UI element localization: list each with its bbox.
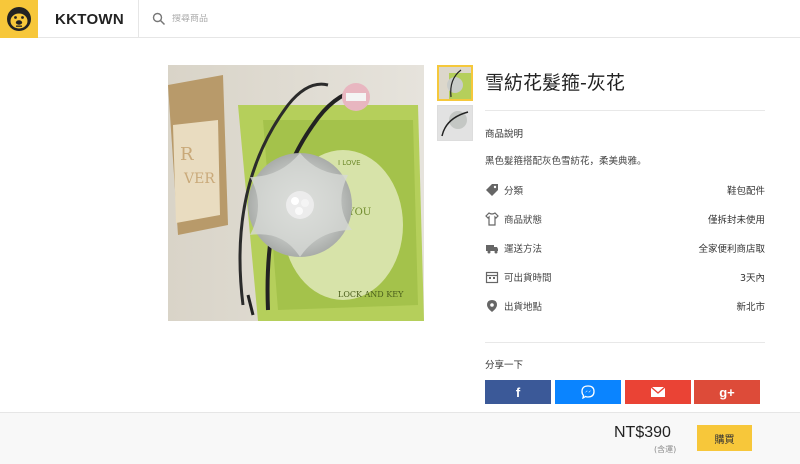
spec-value: 3天內 [739,273,765,284]
product-main-image[interactable]: R VER YOU I LOVE LOCK AND KEY [168,65,424,321]
spec-row-category: 分類 鞋包配件 [485,182,765,198]
email-share-button[interactable] [625,380,691,404]
spec-label: 分類 [504,186,524,197]
price-shipping-note: (含運) [654,445,677,454]
product-title: 雪紡花髮箍-灰花 [485,72,625,94]
svg-text:I LOVE: I LOVE [338,159,361,167]
spec-value: 新北市 [736,302,765,313]
product-thumbnail-2[interactable] [437,105,473,141]
price: NT$390 [614,424,671,441]
messenger-share-button[interactable] [555,380,621,404]
shirt-icon [485,212,499,226]
envelope-icon [651,387,665,397]
facebook-share-button[interactable]: f [485,380,551,404]
spec-label: 出貨地點 [504,302,543,313]
share-divider [485,342,765,343]
tag-icon [486,184,498,196]
title-divider [485,110,765,111]
location-pin-icon [487,300,497,312]
search-icon[interactable] [152,12,166,26]
svg-text:LOCK AND KEY: LOCK AND KEY [338,290,404,299]
buy-bar [0,412,800,464]
top-header: KKTOWN [0,0,800,38]
spec-value: 全家便利商店取 [698,244,765,255]
brand-logo-text[interactable]: KKTOWN [55,11,124,28]
spec-label: 商品狀態 [504,215,543,226]
svg-text:R: R [180,144,194,165]
spec-row-ship-time: 可出貨時間 3天內 [485,269,765,285]
svg-text:VER: VER [183,171,215,187]
google-plus-share-button[interactable]: g+ [694,380,760,404]
spec-row-location: 出貨地點 新北市 [485,298,765,314]
search-input[interactable] [172,14,372,24]
search-bar [152,9,372,29]
spec-row-condition: 商品狀態 僅拆封未使用 [485,211,765,227]
spec-label: 可出貨時間 [504,273,552,284]
description-label: 商品說明 [485,129,524,140]
facebook-icon: f [515,384,521,400]
product-description: 黑色髮箍搭配灰色雪紡花，柔美典雅。 [485,156,647,167]
calendar-icon [485,271,499,284]
product-thumbnail-1[interactable] [437,65,473,101]
messenger-icon [581,385,595,399]
spec-value: 僅拆封未使用 [707,215,765,226]
header-divider [138,0,139,38]
spec-value: 鞋包配件 [726,186,765,197]
google-plus-icon: g+ [719,384,735,400]
spec-label: 運送方法 [504,244,543,255]
share-label: 分享一下 [485,360,524,371]
buy-button[interactable]: 購買 [697,425,752,451]
logo-gorilla-icon[interactable] [0,0,38,38]
spec-row-shipping: 運送方法 全家便利商店取 [485,240,765,256]
truck-icon [486,245,498,254]
